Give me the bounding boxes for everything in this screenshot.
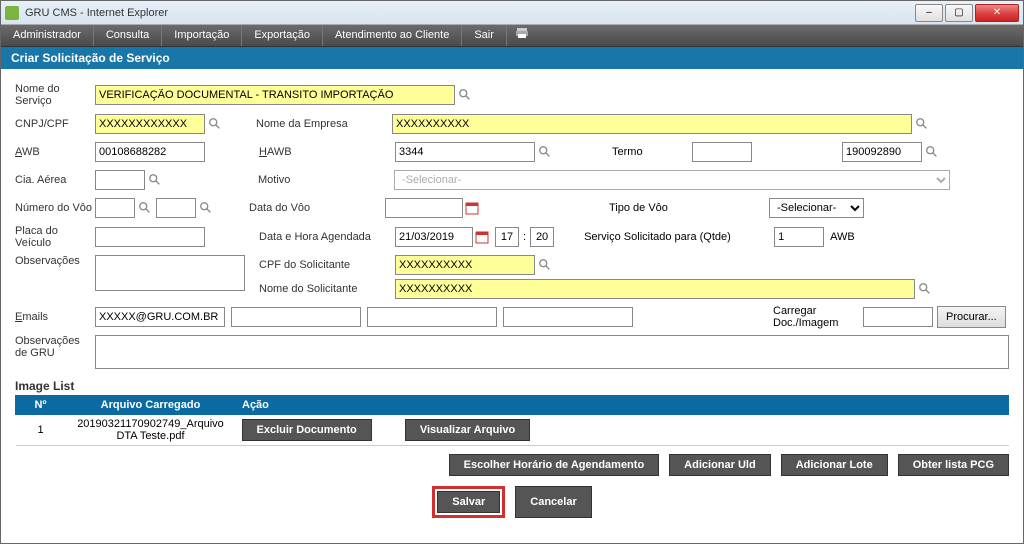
menu-importacao[interactable]: Importação — [162, 25, 242, 46]
label-nome-servico: Nome do Serviço — [15, 83, 95, 107]
label-cpf-solicitante: CPF do Solicitante — [255, 259, 395, 271]
termo-right-field[interactable] — [842, 142, 922, 162]
adicionar-uld-button[interactable]: Adicionar Uld — [669, 454, 771, 476]
qtde-field[interactable] — [774, 227, 824, 247]
email3-field[interactable] — [367, 307, 497, 327]
cnpj-field[interactable] — [95, 114, 205, 134]
image-list-table: Nº Arquivo Carregado Ação 1 201903211709… — [15, 395, 1009, 446]
menubar: Administrador Consulta Importação Export… — [1, 25, 1023, 47]
action-row: Escolher Horário de Agendamento Adiciona… — [15, 454, 1009, 476]
label-obs-gru: Observações de GRU — [15, 335, 95, 359]
time-colon: : — [523, 231, 526, 243]
label-hawb: HAWB — [255, 146, 395, 158]
observacoes-field[interactable] — [95, 255, 245, 291]
search-icon[interactable] — [915, 117, 929, 131]
salvar-button[interactable]: Salvar — [437, 491, 500, 513]
maximize-button[interactable]: ▢ — [945, 4, 973, 22]
awb-field[interactable] — [95, 142, 205, 162]
image-list-title: Image List — [15, 379, 1009, 393]
label-observacoes: Observações — [15, 255, 95, 267]
cancelar-button[interactable]: Cancelar — [515, 486, 591, 518]
app-window: GRU CMS - Internet Explorer – ▢ ✕ Admini… — [0, 0, 1024, 544]
label-placa: Placa do Veículo — [15, 225, 95, 249]
form-content: Nome do Serviço CNPJ/CPF Nome da Empresa… — [1, 69, 1023, 543]
label-nome-empresa: Nome da Empresa — [252, 118, 392, 130]
search-icon[interactable] — [208, 117, 222, 131]
calendar-icon[interactable] — [465, 201, 479, 215]
col-no: Nº — [16, 396, 66, 415]
search-icon[interactable] — [199, 201, 213, 215]
label-servico-qtde: Serviço Solicitado para (Qtde) — [584, 231, 774, 243]
adicionar-lote-button[interactable]: Adicionar Lote — [781, 454, 888, 476]
close-button[interactable]: ✕ — [975, 4, 1019, 22]
menu-atendimento[interactable]: Atendimento ao Cliente — [323, 25, 462, 46]
placa-field[interactable] — [95, 227, 205, 247]
print-icon[interactable] — [507, 25, 537, 46]
calendar-icon[interactable] — [475, 230, 489, 244]
search-icon[interactable] — [458, 88, 472, 102]
window-title: GRU CMS - Internet Explorer — [25, 7, 915, 19]
obter-pcg-button[interactable]: Obter lista PCG — [898, 454, 1009, 476]
search-icon[interactable] — [918, 282, 932, 296]
label-carregar-doc: Carregar Doc./Imagem — [773, 305, 863, 329]
email2-field[interactable] — [231, 307, 361, 327]
page-title: Criar Solicitação de Serviço — [1, 47, 1023, 69]
menu-consulta[interactable]: Consulta — [94, 25, 162, 46]
nome-solicitante-field[interactable] — [395, 279, 915, 299]
titlebar: GRU CMS - Internet Explorer – ▢ ✕ — [1, 1, 1023, 25]
label-data-voo: Data do Vôo — [245, 202, 385, 214]
hawb-field[interactable] — [395, 142, 535, 162]
label-awb-suffix: AWB — [830, 231, 855, 243]
data-agendada-field[interactable] — [395, 227, 473, 247]
numero-voo-1-field[interactable] — [95, 198, 135, 218]
numero-voo-2-field[interactable] — [156, 198, 196, 218]
data-voo-field[interactable] — [385, 198, 463, 218]
cell-no: 1 — [16, 415, 66, 446]
search-icon[interactable] — [538, 258, 552, 272]
escolher-horario-button[interactable]: Escolher Horário de Agendamento — [449, 454, 660, 476]
termo-field[interactable] — [692, 142, 752, 162]
nome-servico-field[interactable] — [95, 85, 455, 105]
menu-sair[interactable]: Sair — [462, 25, 507, 46]
label-termo: Termo — [612, 146, 692, 158]
email1-field[interactable] — [95, 307, 225, 327]
cpf-solicitante-field[interactable] — [395, 255, 535, 275]
cia-aerea-field[interactable] — [95, 170, 145, 190]
nome-empresa-field[interactable] — [392, 114, 912, 134]
window-controls: – ▢ ✕ — [915, 4, 1019, 22]
search-icon[interactable] — [538, 145, 552, 159]
label-awb: AWB — [15, 146, 95, 158]
label-cia-aerea: Cia. Aérea — [15, 174, 95, 186]
label-numero-voo: Número do Vôo — [15, 202, 95, 214]
doc-path-field[interactable] — [863, 307, 933, 327]
menu-exportacao[interactable]: Exportação — [242, 25, 323, 46]
motivo-select: -Selecionar- — [394, 170, 950, 190]
tipo-voo-select[interactable]: -Selecionar- — [769, 198, 864, 218]
save-cancel-row: Salvar Cancelar — [15, 486, 1009, 518]
label-nome-solicitante: Nome do Solicitante — [255, 283, 395, 295]
email4-field[interactable] — [503, 307, 633, 327]
cell-file: 20190321170902749_Arquivo DTA Teste.pdf — [66, 415, 236, 446]
browse-button[interactable]: Procurar... — [937, 306, 1006, 328]
col-arquivo: Arquivo Carregado — [66, 396, 236, 415]
save-highlight: Salvar — [432, 486, 505, 518]
minimize-button[interactable]: – — [915, 4, 943, 22]
visualizar-button[interactable]: Visualizar Arquivo — [405, 419, 530, 441]
label-emails: Emails — [15, 311, 95, 323]
excluir-button[interactable]: Excluir Documento — [242, 419, 372, 441]
favicon-icon — [5, 6, 19, 20]
label-data-hora: Data e Hora Agendada — [255, 231, 395, 243]
hora-h-field[interactable] — [495, 227, 519, 247]
menu-administrador[interactable]: Administrador — [1, 25, 94, 46]
col-acao: Ação — [236, 396, 1009, 415]
search-icon[interactable] — [138, 201, 152, 215]
search-icon[interactable] — [148, 173, 162, 187]
label-tipo-voo: Tipo de Vôo — [609, 202, 709, 214]
label-motivo: Motivo — [254, 174, 394, 186]
label-cnpj: CNPJ/CPF — [15, 118, 95, 130]
obs-gru-field[interactable] — [95, 335, 1009, 369]
search-icon[interactable] — [925, 145, 939, 159]
table-row: 1 20190321170902749_Arquivo DTA Teste.pd… — [16, 415, 1009, 446]
hora-m-field[interactable] — [530, 227, 554, 247]
